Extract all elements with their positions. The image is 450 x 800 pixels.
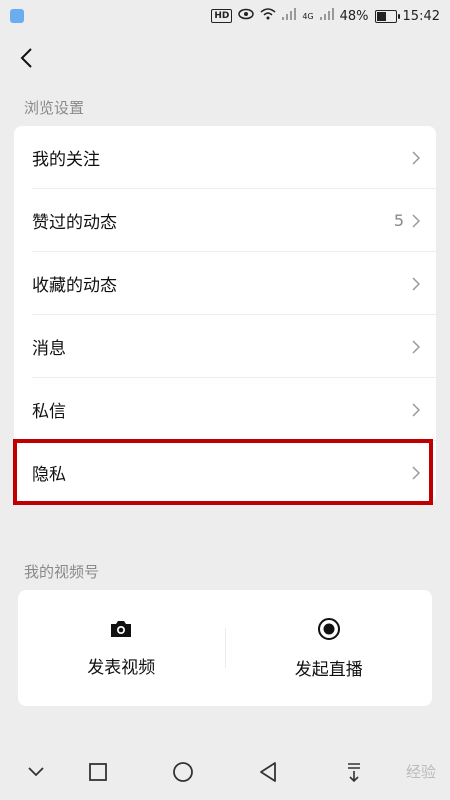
chevron-right-icon (412, 339, 420, 354)
pull-down-icon (348, 763, 360, 783)
start-live-button[interactable]: 发起直播 (226, 590, 433, 706)
signal-icon (282, 8, 297, 24)
watermark: 经验 (405, 763, 436, 781)
settings-item-right (404, 276, 420, 291)
recents-button[interactable] (84, 758, 112, 786)
settings-item-right (404, 339, 420, 354)
settings-item-liked-posts[interactable]: 赞过的动态 5 (14, 189, 436, 252)
post-video-button[interactable]: 发表视频 (18, 590, 225, 706)
notification-pull-button[interactable] (340, 758, 368, 786)
clock: 15:42 (402, 8, 440, 24)
live-record-icon (317, 617, 340, 640)
network-type: 4G (302, 11, 314, 21)
highlight-box (13, 439, 433, 505)
settings-item-label: 收藏的动态 (32, 276, 117, 296)
battery-fill (376, 11, 387, 21)
top-nav (0, 32, 450, 88)
status-bar: HD 4G 48% 15:42 (0, 0, 450, 32)
notification-icon (10, 9, 24, 23)
settings-item-direct-messages[interactable]: 私信 (14, 378, 436, 441)
start-live-label: 发起直播 (294, 659, 363, 680)
circle-icon (173, 762, 193, 782)
liked-count-badge: 5 (393, 211, 404, 230)
status-left (10, 9, 24, 23)
chevron-right-icon (412, 150, 420, 165)
chevron-down-icon (28, 767, 44, 777)
settings-item-favorited-posts[interactable]: 收藏的动态 (14, 252, 436, 315)
section-title-video: 我的视频号 (24, 563, 100, 581)
wifi-icon (260, 8, 276, 24)
settings-item-following[interactable]: 我的关注 (14, 126, 436, 189)
chevron-right-icon (412, 402, 420, 417)
settings-item-right: 5 (394, 211, 420, 230)
settings-item-messages[interactable]: 消息 (14, 315, 436, 378)
back-nav-button[interactable] (254, 758, 282, 786)
post-video-label: 发表视频 (87, 657, 156, 678)
home-button[interactable] (169, 758, 197, 786)
camera-icon (111, 620, 132, 637)
video-channel-card: 发表视频 发起直播 (18, 590, 432, 706)
system-nav-bar: 经验 (0, 744, 450, 800)
chevron-right-icon (412, 213, 420, 228)
eye-icon (238, 8, 255, 24)
settings-item-label: 私信 (32, 402, 66, 422)
settings-item-label: 赞过的动态 (32, 213, 117, 233)
back-arrow-icon (20, 48, 32, 68)
chevron-right-icon (412, 276, 420, 291)
settings-item-label: 我的关注 (32, 150, 100, 170)
back-button[interactable] (12, 44, 40, 72)
hd-badge: HD (211, 9, 233, 23)
signal-icon-2 (319, 8, 334, 24)
battery-icon (374, 9, 400, 23)
settings-item-right (404, 150, 420, 165)
section-title-browse: 浏览设置 (24, 99, 85, 117)
status-right: HD 4G 48% 15:42 (211, 8, 440, 24)
collapse-nav-button[interactable] (22, 758, 50, 786)
settings-item-label: 消息 (32, 339, 66, 359)
triangle-back-icon (260, 762, 276, 782)
battery-percent: 48% (339, 8, 369, 24)
settings-item-right (404, 402, 420, 417)
square-icon (89, 763, 107, 781)
